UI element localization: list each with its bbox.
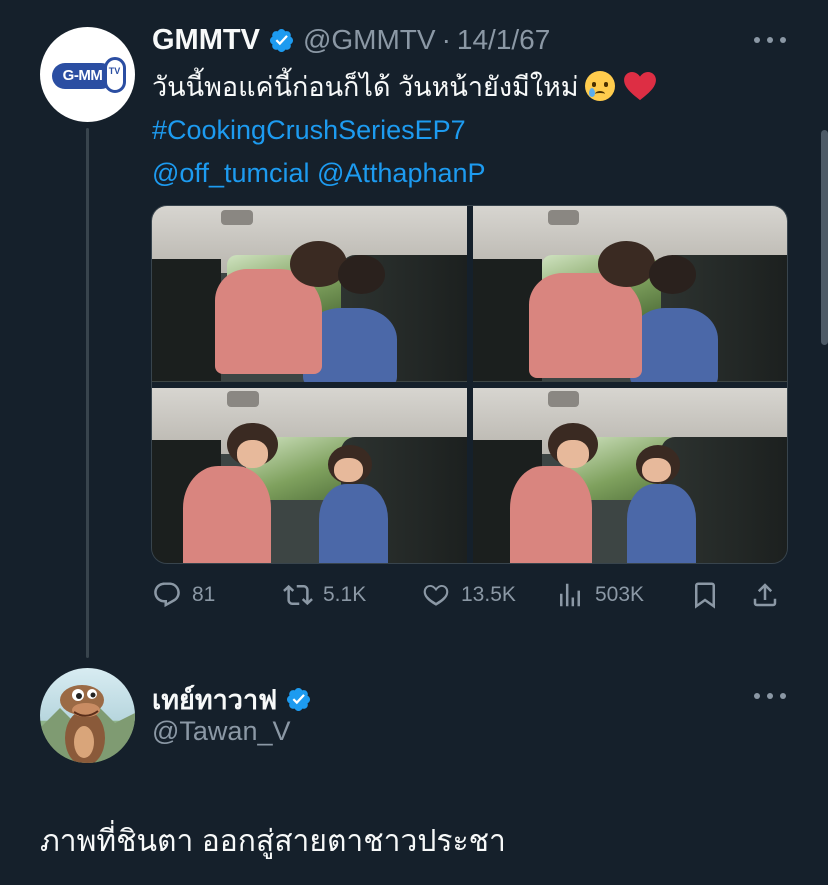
scrollbar-thumb[interactable] — [821, 130, 828, 345]
tweet-date[interactable]: 14/1/67 — [457, 24, 550, 56]
reply-author-handle[interactable]: @Tawan_V — [152, 716, 290, 747]
verified-badge-icon — [269, 28, 293, 52]
verified-badge-icon — [287, 687, 311, 712]
author-handle[interactable]: @GMMTV — [303, 24, 436, 56]
share-button[interactable] — [750, 580, 780, 610]
thread-connector — [86, 128, 89, 658]
more-options-icon[interactable] — [754, 35, 786, 45]
media-grid — [151, 205, 788, 564]
separator-dot: · — [441, 24, 451, 55]
photo-4[interactable] — [472, 387, 787, 563]
reply-header: เทย์ทาวาฟ — [152, 678, 312, 721]
repost-count: 5.1K — [323, 583, 367, 606]
views-chart-icon — [560, 583, 580, 607]
repost-button[interactable]: 5.1K — [283, 580, 366, 610]
photo-3[interactable] — [152, 387, 467, 563]
reply-count: 81 — [192, 583, 216, 606]
mentions-line: @off_tumcial @AtthaphanP — [152, 152, 657, 195]
avatar-gmmtv[interactable]: G-MM TV — [40, 27, 135, 122]
mention-link-2[interactable]: @AtthaphanP — [317, 158, 486, 188]
tweet-text-line1: วันนี้พอแค่นี้ก่อนก็ได้ วันหน้ายังมีใหม่ — [152, 66, 657, 109]
tweet-body-text: วันนี้พอแค่นี้ก่อนก็ได้ วันหน้ายังมีใหม่ — [152, 72, 579, 102]
gmmtv-logo: G-MM TV — [48, 55, 128, 95]
mention-link-1[interactable]: @off_tumcial — [152, 158, 309, 188]
dinosaur-avatar-icon — [40, 685, 135, 763]
avatar-tawan[interactable] — [40, 668, 135, 763]
timeline: G-MM TV GMMTV @GMMTV · 14/1/67 วันนี้พอแ… — [0, 0, 828, 885]
tweet-action-bar: 81 5.1K 13.5K 503K — [0, 580, 828, 620]
like-count: 13.5K — [461, 583, 516, 606]
reply-icon — [154, 582, 180, 608]
red-heart-icon — [623, 71, 656, 101]
reply-button[interactable]: 81 — [152, 580, 215, 610]
bookmark-icon — [695, 582, 715, 609]
tweet-header: GMMTV @GMMTV · 14/1/67 — [152, 22, 550, 58]
author-display-name[interactable]: GMMTV — [152, 24, 260, 57]
reply-text: ภาพที่ชินตา ออกสู่สายตาชาวประชา — [40, 825, 506, 858]
more-options-icon[interactable] — [754, 691, 786, 701]
like-button[interactable]: 13.5K — [421, 580, 516, 610]
like-heart-icon — [423, 584, 449, 606]
repost-icon — [283, 584, 313, 606]
tweet-text: วันนี้พอแค่นี้ก่อนก็ได้ วันหน้ายังมีใหม่… — [152, 66, 657, 195]
views-button[interactable]: 503K — [555, 580, 644, 610]
bookmark-button[interactable] — [690, 580, 720, 610]
crying-face-icon — [584, 71, 615, 101]
reply-author-display-name[interactable]: เทย์ทาวาฟ — [152, 678, 277, 721]
views-count: 503K — [595, 583, 645, 606]
photo-1[interactable] — [152, 206, 467, 382]
gmmtv-logo-ring: TV — [103, 56, 126, 93]
hashtag-link[interactable]: #CookingCrushSeriesEP7 — [152, 109, 657, 152]
share-upload-icon — [753, 583, 777, 607]
photo-2[interactable] — [472, 206, 787, 382]
